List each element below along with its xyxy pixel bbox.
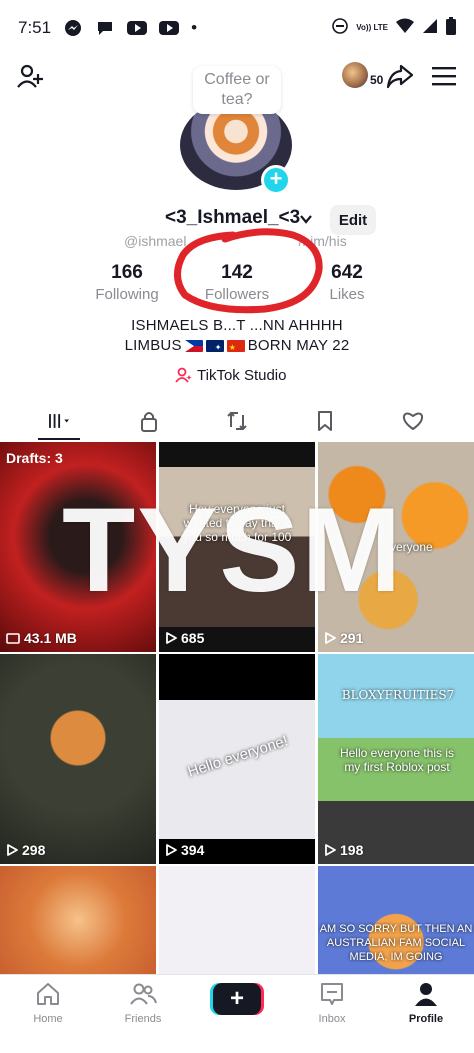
plus-icon: + <box>229 985 244 1012</box>
messenger-icon <box>63 18 83 38</box>
menu-icon <box>432 67 456 86</box>
more-notifications-dot: • <box>191 18 198 37</box>
do-not-disturb-icon <box>332 17 349 39</box>
play-icon <box>166 844 177 856</box>
repost-icon <box>227 411 247 431</box>
create-button[interactable]: + <box>213 983 261 1015</box>
bookmark-icon <box>318 411 332 431</box>
tab-videos[interactable] <box>46 408 72 434</box>
philippines-flag-icon <box>184 340 203 352</box>
video-tile[interactable]: Hello everyone! 394 <box>159 654 315 864</box>
battery-icon <box>446 16 456 40</box>
play-icon <box>166 632 177 644</box>
china-flag-icon <box>226 338 245 358</box>
note-line-1: Coffee or <box>204 71 270 88</box>
nav-home[interactable]: Home <box>8 981 88 1025</box>
bottom-nav: Home Friends + Inbox Profile <box>0 974 474 1053</box>
home-icon <box>37 983 59 1005</box>
video-size: 43.1 MB <box>6 630 77 646</box>
drafts-label: Drafts: 3 <box>6 450 63 466</box>
tiktok-studio-link[interactable]: TikTok Studio <box>175 366 286 384</box>
add-friend-button[interactable] <box>16 62 46 92</box>
status-bar: 7:51 • Vo)) LTE <box>0 0 474 56</box>
video-caption: AM SO SORRY BUT THEN AN AUSTRALIAN FAM S… <box>319 923 473 963</box>
video-tile[interactable]: BLOXYFRUITIES7 Hello everyone this is my… <box>318 654 474 864</box>
video-tile[interactable]: 298 <box>0 654 156 864</box>
youtube-icon <box>159 18 180 38</box>
nav-profile-label: Profile <box>408 1013 444 1025</box>
add-story-button[interactable]: + <box>261 165 291 195</box>
lock-icon <box>141 412 157 432</box>
youtube-icon <box>127 18 148 38</box>
add-friend-icon <box>17 64 43 88</box>
friends-icon <box>130 983 157 1005</box>
following-stat[interactable]: 166 Following <box>95 262 159 303</box>
nav-home-label: Home <box>33 1013 63 1025</box>
network-label: Vo)) LTE <box>356 23 388 32</box>
profile-views-button[interactable]: 50 <box>342 62 383 88</box>
video-caption: Hello everyone this is my first Roblox p… <box>339 746 455 774</box>
following-label: Following <box>95 286 159 303</box>
video-views: 198 <box>324 842 363 858</box>
chat-icon <box>95 18 115 38</box>
grid-icon <box>49 414 69 428</box>
bio-line-2-suffix: BORN MAY 22 <box>247 337 350 354</box>
video-title: BLOXYFRUITIES7 <box>341 688 455 702</box>
video-tile[interactable] <box>159 866 315 974</box>
clock: 7:51 <box>18 18 52 37</box>
tab-reposts[interactable] <box>224 408 250 434</box>
share-button[interactable] <box>386 62 414 90</box>
avatar <box>342 62 368 88</box>
nav-inbox-label: Inbox <box>318 1013 346 1025</box>
inbox-icon <box>321 983 343 1005</box>
likes-label: Likes <box>329 286 365 303</box>
overlay-text: TYSM <box>62 483 404 617</box>
video-views: 685 <box>165 630 204 646</box>
likes-count: 642 <box>331 262 363 283</box>
annotation-circle <box>174 228 323 314</box>
bio-line-2: LIMBUS BORN MAY 22 <box>0 336 474 358</box>
bio: ISHMAELS B...T ...NN AHHHH LIMBUS BORN M… <box>0 316 474 358</box>
studio-icon <box>175 367 192 383</box>
bio-line-1: ISHMAELS B...T ...NN AHHHH <box>131 317 343 334</box>
video-views: 394 <box>165 842 204 858</box>
play-icon <box>325 844 336 856</box>
tab-active-indicator <box>38 438 80 440</box>
nav-friends[interactable]: Friends <box>103 981 183 1025</box>
video-views: 291 <box>324 630 363 646</box>
video-tile[interactable]: AM SO SORRY BUT THEN AN AUSTRALIAN FAM S… <box>318 866 474 974</box>
content-tabs <box>0 400 474 442</box>
heart-icon <box>402 412 424 430</box>
plus-icon: + <box>269 166 283 191</box>
tiktok-studio-label: TikTok Studio <box>197 366 287 384</box>
nav-friends-label: Friends <box>124 1013 162 1025</box>
tab-liked[interactable] <box>400 408 426 434</box>
tab-private[interactable] <box>136 408 162 434</box>
edit-profile-button[interactable]: Edit <box>330 205 376 235</box>
note-line-2: tea? <box>221 91 253 108</box>
nav-inbox[interactable]: Inbox <box>292 981 372 1025</box>
likes-stat[interactable]: 642 Likes <box>324 262 370 303</box>
video-caption: Hello everyone! <box>185 732 291 781</box>
video-tile[interactable] <box>0 866 156 974</box>
play-icon <box>325 632 336 644</box>
bio-line-2-prefix: LIMBUS <box>124 337 182 354</box>
following-count: 166 <box>111 262 143 283</box>
folder-icon <box>6 633 20 644</box>
note-bubble[interactable]: Coffee or tea? <box>193 66 281 114</box>
profile-icon <box>415 983 437 1006</box>
video-views: 298 <box>6 842 45 858</box>
australia-flag-icon <box>205 338 224 358</box>
play-icon <box>7 844 18 856</box>
menu-button[interactable] <box>431 64 457 88</box>
share-icon <box>386 64 414 89</box>
tab-saved[interactable] <box>312 408 338 434</box>
nav-profile[interactable]: Profile <box>386 981 466 1025</box>
profile-views-count: 50 <box>370 73 384 87</box>
wifi-icon <box>396 18 414 39</box>
signal-icon <box>422 18 438 39</box>
